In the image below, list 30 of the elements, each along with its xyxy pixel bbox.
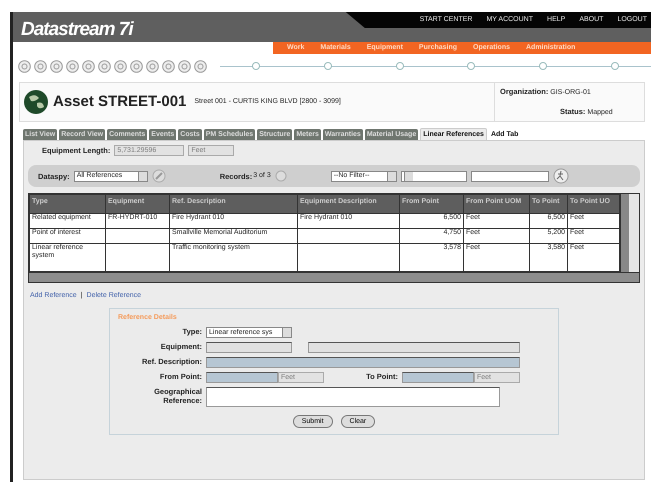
pencil-icon[interactable] <box>152 169 166 184</box>
operator-select[interactable] <box>400 170 467 182</box>
table-cell <box>106 228 170 244</box>
vertical-scrollbar[interactable] <box>620 194 629 272</box>
equipment-description-field[interactable] <box>308 342 520 354</box>
toolbar-circle-icon[interactable] <box>114 60 127 72</box>
from-point-field[interactable] <box>206 372 278 384</box>
toolbar-circle-icon[interactable] <box>34 60 47 72</box>
equipment-field[interactable] <box>206 342 292 354</box>
filter-field[interactable] <box>470 170 549 182</box>
toolbar-circle-icon[interactable] <box>50 60 63 72</box>
toolbar-circle-icon[interactable] <box>178 60 191 72</box>
geographical-reference-field[interactable] <box>206 387 500 408</box>
go-icon[interactable] <box>274 170 287 182</box>
to-point-field[interactable] <box>402 372 474 384</box>
toolbar-circle-icon[interactable] <box>162 60 175 72</box>
toolbar-circle-icon[interactable] <box>98 60 111 72</box>
toolbar-circle-icon[interactable] <box>194 60 207 72</box>
app-logo: Datastream 7i <box>20 18 134 42</box>
horizontal-scrollbar[interactable] <box>29 272 639 282</box>
globe-icon <box>23 89 49 115</box>
toolbar-circle-icon[interactable] <box>66 60 79 72</box>
toolbar-circle-icon[interactable] <box>130 60 143 72</box>
toolbar-circle-icon[interactable] <box>146 60 159 72</box>
toolbar-circle-icon[interactable] <box>82 60 95 72</box>
asset-title: Asset STREET-001 <box>53 92 186 112</box>
table-cell <box>106 244 170 272</box>
ref-description-field[interactable] <box>206 357 520 368</box>
toolbar-circle-icon[interactable] <box>18 60 31 72</box>
runner-icon[interactable] <box>552 168 569 184</box>
